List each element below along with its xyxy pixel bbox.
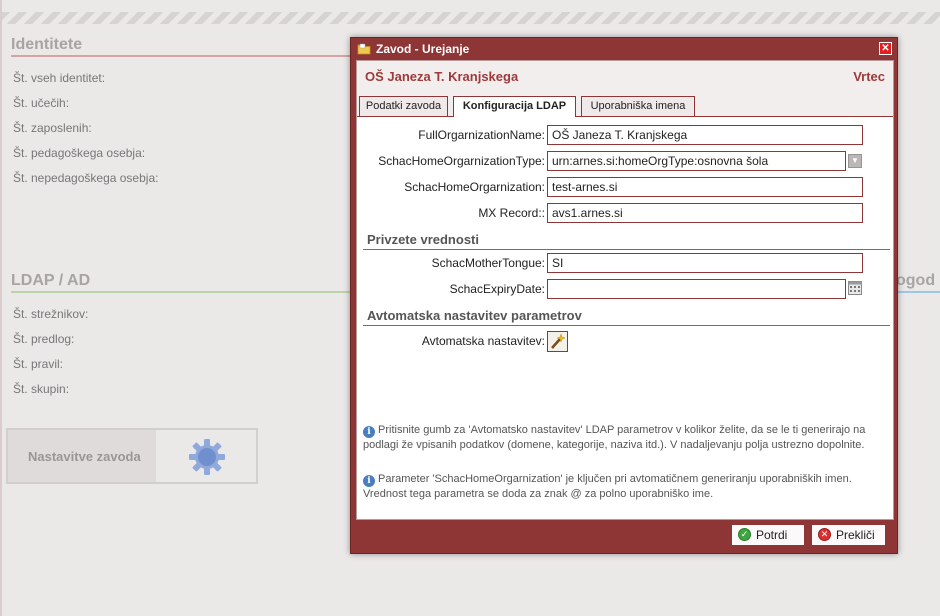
check-icon: ✓: [738, 528, 751, 541]
stat-pedagogical-staff: Št. pedagoškega osebja:: [13, 146, 146, 160]
tab-institution-data[interactable]: Podatki zavoda: [359, 96, 448, 116]
cancel-button-label: Prekliči: [836, 528, 875, 542]
expiry-date-label: SchacExpiryDate:: [449, 282, 545, 296]
ldap-rule: [11, 291, 351, 293]
info-icon: i: [363, 426, 375, 438]
dropdown-arrow-icon[interactable]: ▼: [848, 154, 862, 168]
private-values-rule: [363, 249, 890, 250]
right-section-rule: [898, 291, 940, 293]
hatched-header-strip: [2, 12, 940, 24]
ldap-title: LDAP / AD: [11, 272, 91, 289]
home-org-input[interactable]: [547, 177, 863, 197]
tab-usernames[interactable]: Uporabniška imena: [581, 96, 695, 116]
close-icon[interactable]: ✕: [879, 42, 892, 55]
dialog-titlebar[interactable]: Zavod - Urejanje ✕: [351, 38, 897, 60]
tab-bar: Podatki zavoda Konfiguracija LDAP Uporab…: [357, 94, 893, 117]
settings-icon-area: [156, 430, 256, 482]
calendar-icon[interactable]: [848, 281, 862, 295]
info-text-home-org: Parameter 'SchacHomeOrgarnization' je kl…: [363, 473, 852, 500]
identities-title: Identitete: [11, 36, 83, 53]
left-border: [0, 0, 2, 616]
stat-all-identities: Št. vseh identitet:: [13, 71, 106, 85]
auto-settings-button[interactable]: [547, 331, 568, 352]
auto-settings-rule: [363, 325, 890, 326]
stat-non-pedagogical-staff: Št. nepedagoškega osebja:: [13, 171, 159, 185]
info-icon: i: [363, 475, 375, 487]
expiry-date-input[interactable]: [547, 279, 846, 299]
auto-settings-heading: Avtomatska nastavitev parametrov: [367, 308, 582, 323]
ldap-config-panel: FullOrgarnizationName: SchacHomeOrgarniz…: [357, 117, 893, 519]
dialog-title: Zavod - Urejanje: [376, 42, 470, 56]
mx-record-label: MX Record::: [478, 206, 545, 220]
confirm-button[interactable]: ✓ Potrdi: [731, 524, 805, 546]
mother-tongue-input[interactable]: [547, 253, 863, 273]
identities-rule: [11, 55, 351, 57]
stat-servers: Št. strežnikov:: [13, 307, 89, 321]
gear-icon: [189, 439, 225, 475]
dialog-body: OŠ Janeza T. Kranjskega Vrtec Podatki za…: [356, 60, 894, 520]
auto-settings-label: Avtomatska nastavitev:: [421, 334, 545, 348]
home-org-label: SchacHomeOrgarnization:: [404, 180, 545, 194]
info-note-auto: i Pritisnite gumb za 'Avtomatsko nastavit…: [363, 423, 887, 453]
stat-groups: Št. skupin:: [13, 382, 70, 396]
home-org-type-select[interactable]: [547, 151, 846, 171]
cancel-icon: ✕: [818, 528, 831, 541]
stat-employees: Št. zaposlenih:: [13, 121, 92, 135]
stat-rules: Št. pravil:: [13, 357, 64, 371]
settings-button[interactable]: Nastavitve zavoda: [6, 428, 258, 484]
tab-ldap-configuration[interactable]: Konfiguracija LDAP: [453, 96, 576, 117]
stat-students: Št. učečih:: [13, 96, 70, 110]
settings-button-label: Nastavitve zavoda: [28, 449, 141, 464]
mx-record-input[interactable]: [547, 203, 863, 223]
stat-templates: Št. predlog:: [13, 332, 75, 346]
confirm-button-label: Potrdi: [756, 528, 788, 542]
info-note-home-org: i Parameter 'SchacHomeOrgarnization' je k…: [363, 472, 887, 502]
info-text-auto: Pritisnite gumb za 'Avtomatsko nastavite…: [363, 424, 866, 451]
full-org-name-input[interactable]: [547, 125, 863, 145]
magic-wand-icon: [551, 333, 566, 349]
school-name: OŠ Janeza T. Kranjskega: [365, 69, 519, 84]
mother-tongue-label: SchacMotherTongue:: [431, 256, 545, 270]
home-org-type-label: SchacHomeOrgarnizationType:: [378, 154, 545, 168]
cancel-button[interactable]: ✕ Prekliči: [811, 524, 886, 546]
edit-dialog: Zavod - Urejanje ✕ OŠ Janeza T. Kranjske…: [350, 37, 898, 554]
folder-icon: [357, 43, 371, 55]
full-org-name-label: FullOrgarnizationName:: [418, 128, 545, 142]
school-type: Vrtec: [853, 69, 885, 84]
private-values-heading: Privzete vrednosti: [367, 232, 479, 247]
right-section-title-fragment: ogod: [896, 272, 936, 289]
